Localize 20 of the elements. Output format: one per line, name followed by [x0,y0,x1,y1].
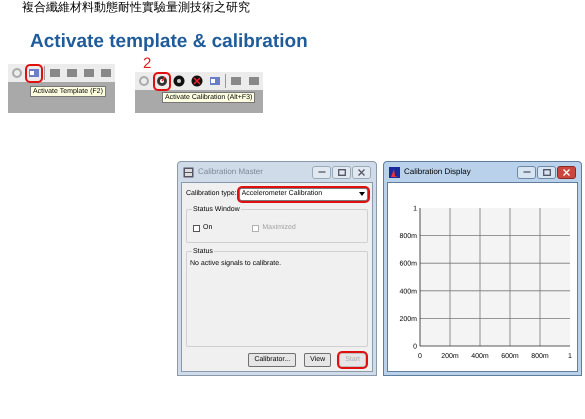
chart-app-icon [389,166,400,178]
minimize-button[interactable] [312,166,331,178]
header-text: 複合纖維材料動態耐性實驗量測技術之研究 [22,0,250,14]
minimize-icon [522,171,530,173]
maximize-button[interactable] [332,166,351,178]
window-title: Calibration Master [198,166,264,178]
maximize-icon [338,168,346,176]
close-button[interactable] [557,166,576,178]
slide-title: Activate template & calibration [30,30,308,54]
close-icon [563,168,570,176]
app-icon [183,166,194,178]
step-number: 2 [143,56,152,72]
window-title: Calibration Display [404,166,472,178]
minimize-icon [318,171,326,173]
maximize-icon [542,168,550,176]
minimize-button[interactable] [517,166,536,178]
close-icon [358,168,365,176]
close-button[interactable] [352,166,371,178]
caret-icon[interactable] [359,192,365,197]
maximize-button[interactable] [537,166,556,178]
